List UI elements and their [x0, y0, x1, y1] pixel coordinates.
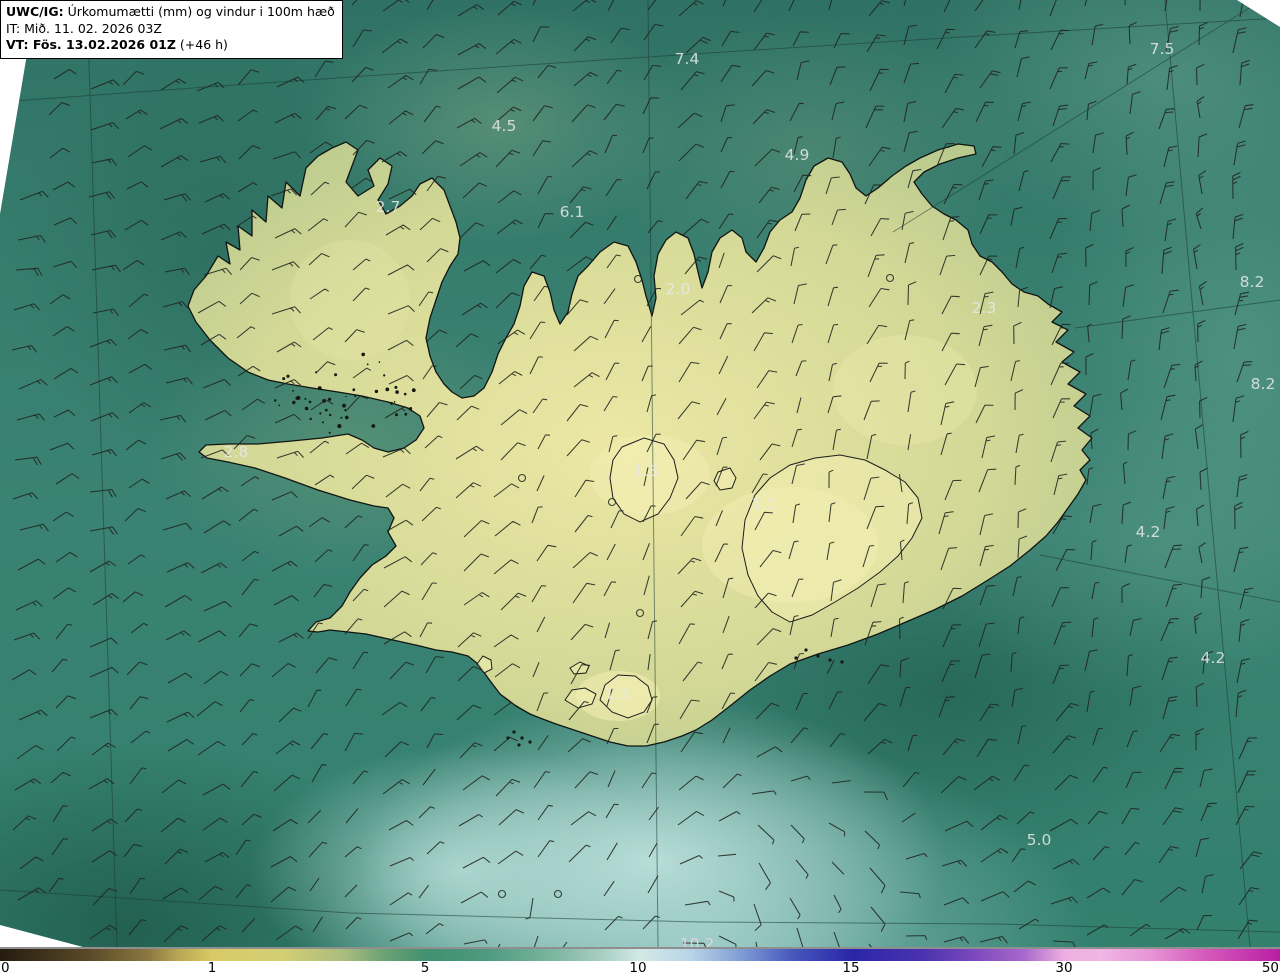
map-title-box: UWC/IG: Úrkomumætti (mm) og vindur i 100… [0, 0, 343, 59]
title-line-2: IT: Mið. 11. 02. 2026 03Z [6, 21, 335, 38]
contour-label: 6.1 [560, 203, 585, 221]
lead-time: (+46 h) [176, 37, 228, 52]
contour-label: 10.2 [680, 935, 715, 947]
contour-label: 1.3 [605, 685, 630, 703]
weather-map-page: 7.4 4.5 4.9 6.1 7.5 2.7 2.0 2.3 8.2 8.2 2.8 1.3 1.1 4… [0, 0, 1280, 978]
title-line-3: VT: Fös. 13.02.2026 01Z (+46 h) [6, 37, 335, 54]
map-graphics: 7.4 4.5 4.9 6.1 7.5 2.7 2.0 2.3 8.2 8.2 2.8 1.3 1.1 4… [0, 0, 1280, 947]
contour-label: 4.5 [492, 117, 517, 135]
precipitation-colorbar: 01510153050 [0, 947, 1280, 978]
colorbar-tick: 5 [421, 961, 430, 976]
contour-label: 2.3 [972, 299, 997, 317]
colorbar-tick: 0 [1, 961, 10, 976]
product-id: UWC/IG: [6, 4, 64, 19]
colorbar-tick-row: 01510153050 [0, 961, 1280, 976]
contour-label: 2.7 [376, 198, 401, 216]
contour-label: 4.2 [1201, 649, 1226, 667]
colorbar-tick: 50 [1262, 961, 1279, 976]
contour-label: 2.0 [666, 280, 691, 298]
contour-label: 4.9 [785, 146, 810, 164]
contour-label: 7.4 [675, 50, 700, 68]
product-description: Úrkomumætti (mm) og vindur i 100m hæð [64, 4, 335, 19]
contour-label: 5.0 [1027, 831, 1052, 849]
title-line-1: UWC/IG: Úrkomumætti (mm) og vindur i 100… [6, 4, 335, 21]
colorbar-tick: 15 [842, 961, 859, 976]
contour-label: 8.2 [1240, 273, 1265, 291]
init-time: IT: Mið. 11. 02. 2026 03Z [6, 21, 162, 36]
contour-label: 8.2 [1251, 375, 1276, 393]
colorbar-tick: 1 [208, 961, 217, 976]
contour-label: 7.5 [1150, 40, 1175, 58]
contour-label: 1.3 [634, 462, 659, 480]
colorbar-tick: 10 [629, 961, 646, 976]
valid-time: VT: Fös. 13.02.2026 01Z [6, 37, 176, 52]
contour-label: 4.2 [1136, 523, 1161, 541]
contour-label: 1.1 [752, 495, 777, 513]
map-canvas: 7.4 4.5 4.9 6.1 7.5 2.7 2.0 2.3 8.2 8.2 2.8 1.3 1.1 4… [0, 0, 1280, 947]
colorbar-tick: 30 [1055, 961, 1072, 976]
contour-label: 2.8 [224, 443, 249, 461]
